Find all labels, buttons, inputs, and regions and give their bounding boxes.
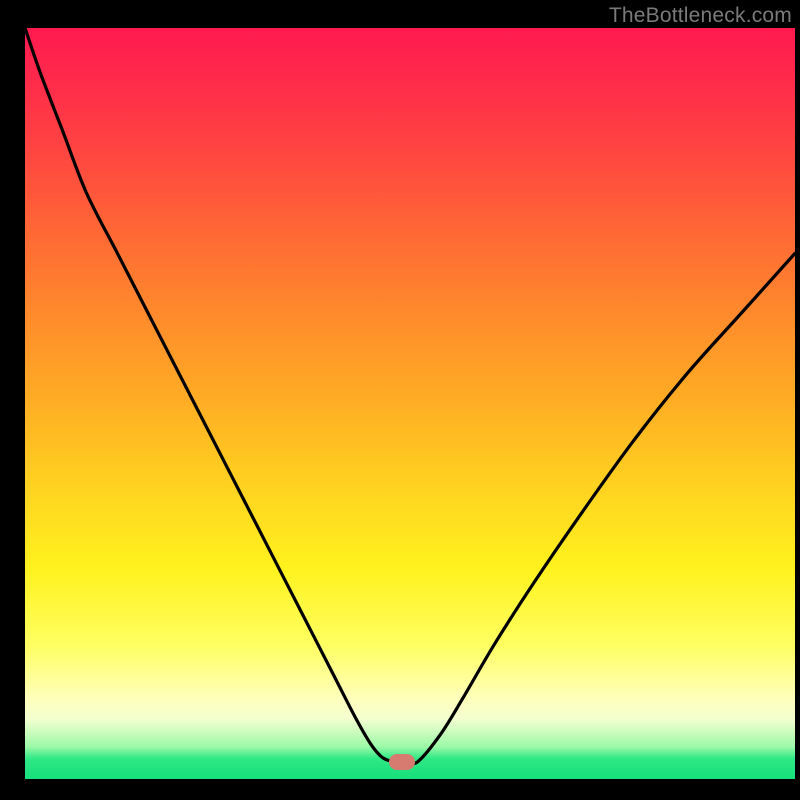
plot-area	[25, 28, 795, 779]
bottleneck-curve	[25, 28, 795, 779]
chart-frame: TheBottleneck.com	[0, 0, 800, 800]
minimum-marker	[389, 754, 415, 770]
watermark-label: TheBottleneck.com	[609, 4, 792, 28]
